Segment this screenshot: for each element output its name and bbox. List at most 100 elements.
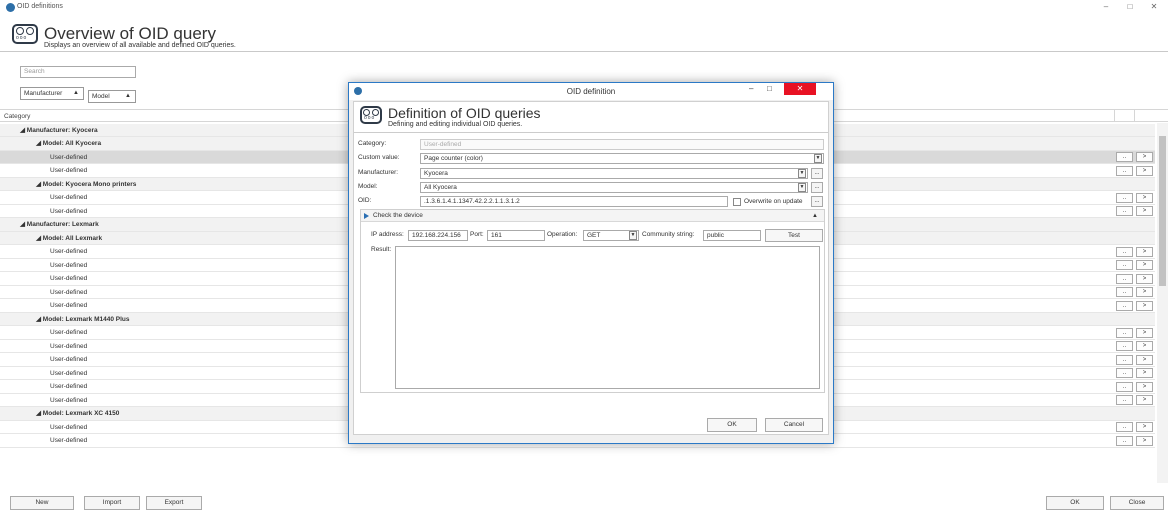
row-open-button[interactable]: > (1136, 300, 1153, 311)
row-edit-button[interactable]: .. (1116, 354, 1133, 365)
port-label: Port: (470, 231, 484, 238)
row-edit-button[interactable]: .. (1116, 341, 1133, 351)
row-category: User-defined (50, 369, 88, 377)
row-open-button[interactable]: > (1136, 152, 1153, 162)
chevron-down-icon[interactable]: ▼ (798, 183, 806, 192)
port-input[interactable]: 161 (487, 230, 545, 241)
dialog-divider (354, 132, 828, 133)
oid-browse-button[interactable]: ... (811, 196, 823, 207)
row-edit-button[interactable]: .. (1116, 260, 1133, 270)
community-input[interactable]: public (703, 230, 761, 241)
search-input[interactable]: Search (20, 66, 136, 78)
scrollbar-thumb[interactable] (1159, 136, 1166, 286)
row-open-button[interactable]: > (1136, 422, 1153, 432)
collapse-icon[interactable]: ▲ (812, 210, 818, 222)
chevron-down-icon[interactable]: ▼ (798, 169, 806, 178)
ip-input[interactable]: 192.168.224.156 (408, 230, 468, 241)
oid-query-icon: ooo (12, 24, 38, 44)
check-device-title: Check the device (373, 212, 423, 219)
oid-input[interactable]: .1.3.6.1.4.1.1347.42.2.2.1.1.3.1.2 (420, 196, 728, 207)
row-edit-button[interactable]: .. (1116, 152, 1133, 162)
row-open-button[interactable]: > (1136, 165, 1153, 176)
dialog-cancel-button[interactable]: Cancel (765, 418, 823, 432)
row-category: User-defined (50, 329, 88, 336)
row-edit-button[interactable]: .. (1116, 327, 1133, 338)
close-window-button[interactable]: ✕ (1146, 2, 1162, 11)
maximize-button[interactable]: □ (1122, 2, 1138, 11)
chevron-down-icon[interactable]: ▼ (814, 154, 822, 163)
row-category: User-defined (50, 194, 88, 201)
row-edit-button[interactable]: .. (1116, 368, 1133, 378)
column-edit (1114, 110, 1134, 122)
row-category: User-defined (50, 302, 88, 309)
dialog-body: ooo Definition of OID queries Defining a… (353, 101, 829, 435)
manufacturer-value: Kyocera (424, 170, 448, 177)
row-edit-button[interactable]: .. (1116, 206, 1133, 216)
row-open-button[interactable]: > (1136, 368, 1153, 378)
ip-label: IP address: (371, 231, 404, 238)
import-button[interactable]: Import (84, 496, 140, 510)
dialog-minimize-button[interactable]: – (749, 84, 753, 93)
manufacturer-browse-button[interactable]: ... (811, 168, 823, 179)
minimize-button[interactable]: – (1098, 2, 1114, 11)
row-edit-button[interactable]: .. (1116, 246, 1133, 257)
custom-value-value: Page counter (color) (424, 155, 483, 162)
oid-definition-dialog: OID definition – □ ✕ ooo Definition of O… (348, 82, 834, 444)
column-category[interactable]: Category (4, 113, 30, 120)
operation-select[interactable]: GET ▼ (583, 230, 639, 241)
row-category: User-defined (50, 383, 88, 390)
dialog-ok-button[interactable]: OK (707, 418, 757, 432)
sort-manufacturer-button[interactable]: Manufacturer ▲ (20, 87, 84, 100)
check-device-header[interactable]: Check the device ▲ (361, 210, 824, 222)
custom-value-select[interactable]: Page counter (color) ▼ (420, 153, 824, 164)
group-label: ◢ Manufacturer: Lexmark (20, 221, 99, 228)
dialog-close-button[interactable]: ✕ (784, 83, 816, 95)
row-open-button[interactable]: > (1136, 206, 1153, 216)
row-edit-button[interactable]: .. (1116, 381, 1133, 392)
row-open-button[interactable]: > (1136, 260, 1153, 270)
dialog-titlebar[interactable]: OID definition – □ ✕ (349, 83, 833, 100)
sort-model-label: Model (92, 93, 110, 100)
row-category: User-defined (50, 396, 88, 404)
manufacturer-select[interactable]: Kyocera ▼ (420, 168, 808, 179)
operation-label: Operation: (547, 231, 578, 238)
group-label: ◢ Model: Lexmark M1440 Plus (36, 315, 130, 323)
row-edit-button[interactable]: .. (1116, 300, 1133, 311)
row-open-button[interactable]: > (1136, 395, 1153, 405)
new-button[interactable]: New (10, 496, 74, 510)
sort-model-button[interactable]: Model ▲ (88, 90, 136, 103)
row-edit-button[interactable]: .. (1116, 422, 1133, 432)
model-value: All Kyocera (424, 184, 457, 191)
row-open-button[interactable]: > (1136, 327, 1153, 338)
row-edit-button[interactable]: .. (1116, 435, 1133, 446)
row-edit-button[interactable]: .. (1116, 395, 1133, 405)
group-label: ◢ Model: Lexmark XC 4150 (36, 410, 120, 417)
dialog-maximize-button[interactable]: □ (767, 84, 772, 93)
row-open-button[interactable]: > (1136, 381, 1153, 392)
overwrite-checkbox[interactable] (733, 198, 741, 206)
row-open-button[interactable]: > (1136, 246, 1153, 257)
dialog-heading: Definition of OID queries (388, 105, 541, 121)
row-open-button[interactable]: > (1136, 341, 1153, 351)
row-open-button[interactable]: > (1136, 192, 1153, 203)
row-open-button[interactable]: > (1136, 273, 1153, 284)
row-category: User-defined (50, 356, 88, 363)
row-edit-button[interactable]: .. (1116, 273, 1133, 284)
oid-value: .1.3.6.1.4.1.1347.42.2.2.1.1.3.1.2 (424, 198, 520, 205)
model-select[interactable]: All Kyocera ▼ (420, 182, 808, 193)
row-open-button[interactable]: > (1136, 287, 1153, 297)
result-output[interactable] (395, 246, 820, 389)
row-open-button[interactable]: > (1136, 435, 1153, 446)
export-button[interactable]: Export (146, 496, 202, 510)
close-button[interactable]: Close (1110, 496, 1164, 510)
ok-button[interactable]: OK (1046, 496, 1104, 510)
row-open-button[interactable]: > (1136, 354, 1153, 365)
result-label: Result: (371, 246, 392, 253)
category-value: User-defined (424, 141, 462, 148)
row-edit-button[interactable]: .. (1116, 192, 1133, 203)
row-edit-button[interactable]: .. (1116, 165, 1133, 176)
chevron-down-icon[interactable]: ▼ (629, 231, 637, 240)
test-button[interactable]: Test (765, 229, 823, 242)
model-browse-button[interactable]: ... (811, 182, 823, 193)
row-edit-button[interactable]: .. (1116, 287, 1133, 297)
